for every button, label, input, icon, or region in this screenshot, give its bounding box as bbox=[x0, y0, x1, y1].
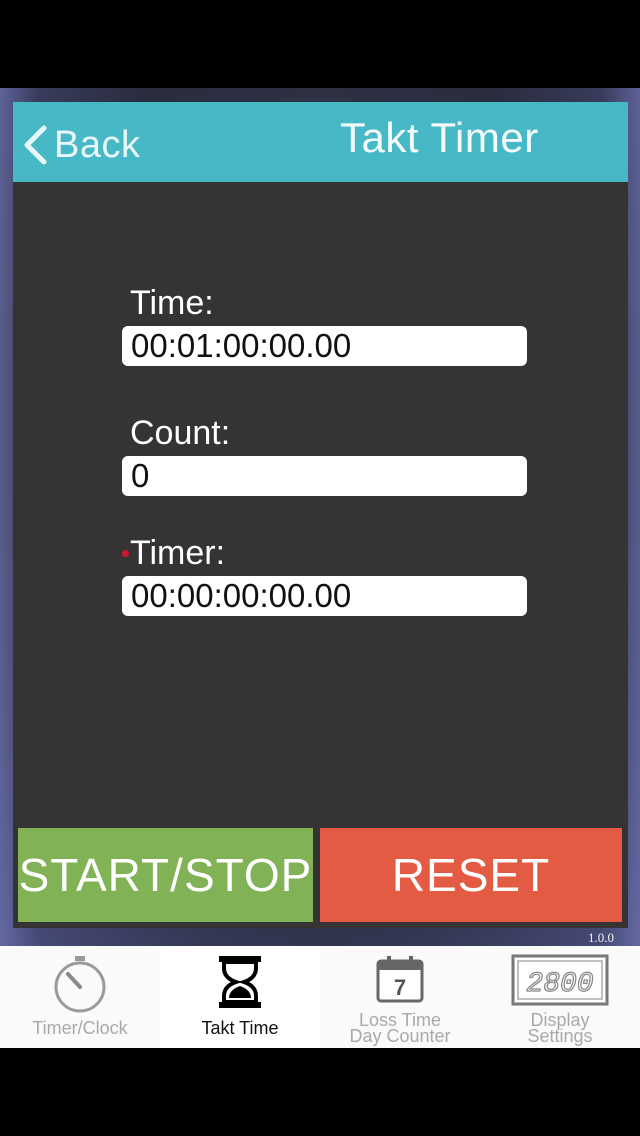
tab-timer-clock-label: Timer/Clock bbox=[32, 1018, 128, 1038]
start-stop-button[interactable]: START/STOP bbox=[18, 828, 313, 922]
time-field[interactable]: 00:01:00:00.00 bbox=[122, 326, 527, 366]
calendar-icon: 7 bbox=[376, 956, 424, 1003]
timer-label: Timer: bbox=[130, 534, 226, 572]
back-button[interactable]: Back bbox=[22, 120, 140, 170]
version-label: 1.0.0 bbox=[588, 930, 614, 945]
main-panel bbox=[13, 102, 628, 928]
tab-display-settings[interactable]: 2800 Display Settings bbox=[480, 946, 640, 1048]
tab-takt-time-label: Takt Time bbox=[201, 1018, 279, 1038]
tab-bar: Timer/Clock Takt Time 7 Loss Time Day Co… bbox=[0, 946, 640, 1048]
tab-timer-clock[interactable]: Timer/Clock bbox=[0, 946, 160, 1048]
chevron-left-icon bbox=[24, 125, 47, 165]
count-label: Count: bbox=[130, 414, 231, 452]
svg-text:7: 7 bbox=[394, 975, 406, 1000]
hourglass-icon bbox=[219, 956, 261, 1008]
tab-loss-time-day-counter[interactable]: 7 Loss Time Day Counter bbox=[320, 946, 480, 1048]
count-field[interactable]: 0 bbox=[122, 456, 527, 496]
page-title: Takt Timer bbox=[340, 114, 539, 161]
reset-button[interactable]: RESET bbox=[320, 828, 622, 922]
segment-display-icon: 2800 bbox=[511, 954, 609, 1006]
tab-takt-time[interactable]: Takt Time bbox=[160, 946, 320, 1048]
svg-text:2800: 2800 bbox=[526, 969, 593, 1000]
timer-field[interactable]: 00:00:00:00.00 bbox=[122, 576, 527, 616]
tab-display-settings-label-line2: Settings bbox=[527, 1026, 593, 1046]
tab-loss-time-label-line2: Day Counter bbox=[349, 1026, 451, 1046]
time-label: Time: bbox=[130, 284, 214, 322]
timer-indicator-dot bbox=[122, 550, 129, 557]
back-label: Back bbox=[54, 123, 141, 166]
stopwatch-icon bbox=[54, 956, 106, 1013]
